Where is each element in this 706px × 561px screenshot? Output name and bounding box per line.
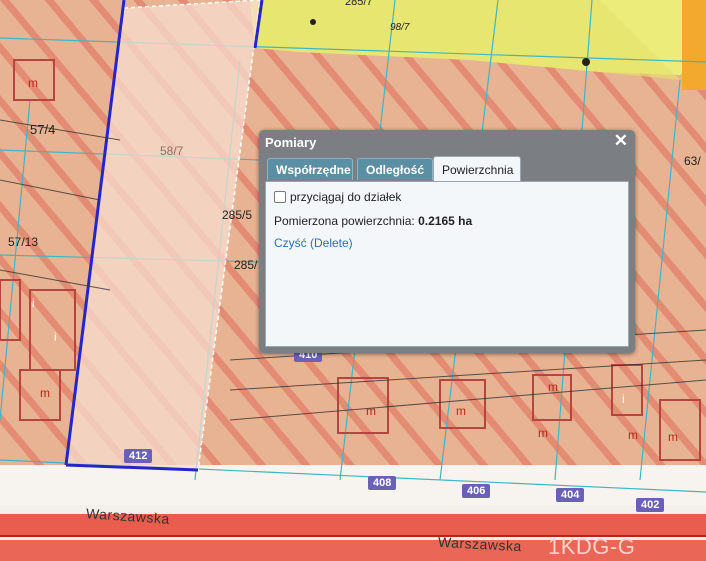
road-badge: 402 — [636, 498, 665, 512]
map-symbol-m: m — [456, 404, 466, 418]
snap-option[interactable]: przyciągaj do działek — [274, 190, 401, 204]
dialog-tabs: Współrzędne Odległość Powierzchnia — [265, 156, 629, 182]
map-symbol-m: m — [40, 386, 50, 400]
map-symbol-m: m — [628, 428, 638, 442]
snap-checkbox[interactable] — [274, 191, 286, 203]
tab-odleglosc[interactable]: Odległość — [357, 158, 433, 180]
plot-label-285-7: 285/7 — [345, 0, 373, 8]
plot-label-285: 285/ — [234, 258, 258, 272]
road-code: 1KDG-G — [548, 534, 636, 559]
tab-powierzchnia[interactable]: Powierzchnia — [433, 156, 521, 182]
road-badge: 404 — [556, 488, 585, 502]
map-symbol-m: m — [668, 430, 678, 444]
map-symbol-m: m — [538, 426, 548, 440]
plot-label-98-7: 98/7 — [390, 22, 410, 33]
area-value: 0.2165 ha — [418, 214, 473, 228]
area-result: Pomierzona powierzchnia: 0.2165 ha — [274, 214, 472, 228]
area-label: Pomierzona powierzchnia: — [274, 214, 415, 228]
map-symbol-i: i — [622, 392, 625, 406]
plot-label-63: 63/ — [684, 154, 701, 168]
map-symbol-i: i — [32, 296, 35, 310]
measurement-dialog: Pomiary ✕ Współrzędne Odległość Powierzc… — [259, 130, 635, 353]
road-badge: 408 — [368, 476, 397, 490]
clear-link[interactable]: Czyść (Delete) — [274, 236, 353, 250]
road-badge: 406 — [462, 484, 491, 498]
close-icon[interactable]: ✕ — [614, 132, 628, 150]
map-symbol-m: m — [548, 380, 558, 394]
plot-label-57-13: 57/13 — [8, 235, 39, 249]
map-symbol-m: m — [366, 404, 376, 418]
tab-panel-powierzchnia: przyciągaj do działek Pomierzona powierz… — [265, 181, 629, 347]
tab-wspolrzedne[interactable]: Współrzędne — [267, 158, 353, 180]
map-symbol-m: m — [28, 76, 38, 90]
plot-label-285-5: 285/5 — [222, 208, 253, 222]
snap-checkbox-label: przyciągaj do działek — [290, 190, 402, 204]
dialog-titlebar[interactable]: Pomiary ✕ — [259, 130, 635, 154]
plot-label-58-7: 58/7 — [160, 144, 184, 158]
map-symbol-i: i — [54, 330, 57, 344]
road-badge: 412 — [124, 449, 153, 463]
plot-label-57-4: 57/4 — [30, 122, 56, 137]
dialog-title: Pomiary — [265, 135, 317, 150]
